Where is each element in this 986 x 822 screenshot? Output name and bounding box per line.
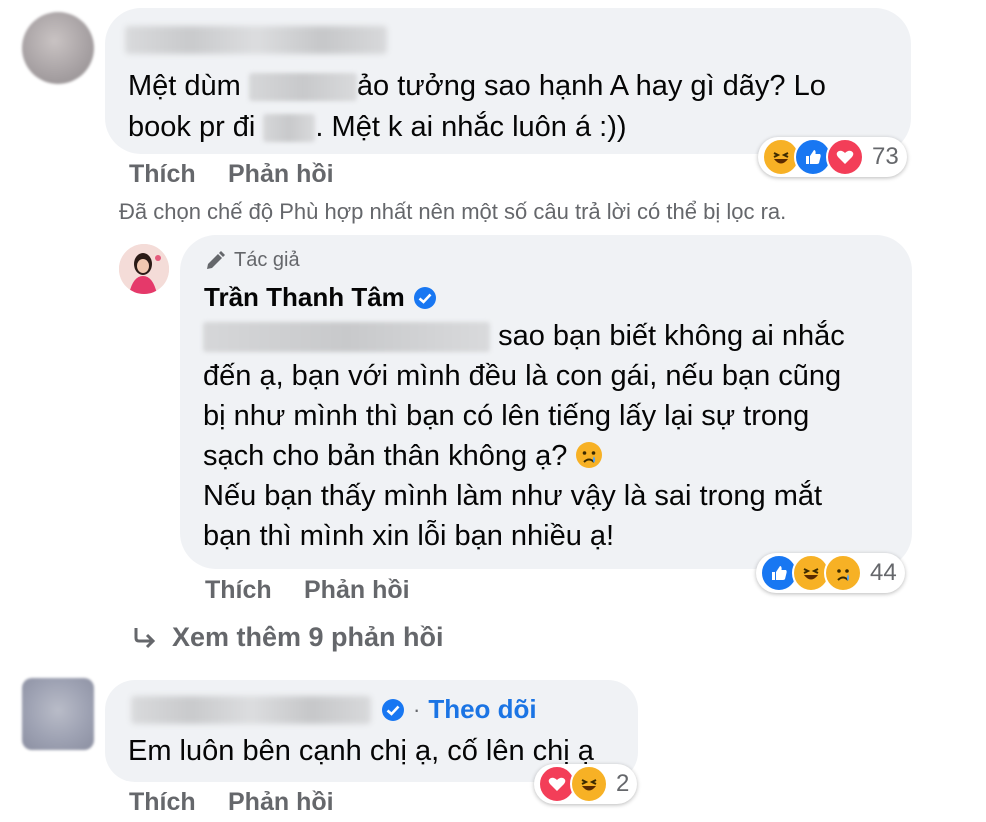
- reply-button[interactable]: Phản hồi: [228, 788, 334, 817]
- author-badge: Tác giả: [204, 249, 300, 272]
- reply-text-line: sạch cho bản thân không ạ?: [203, 440, 568, 472]
- reply-button[interactable]: Phản hồi: [304, 576, 410, 605]
- comment-text-part: Mệt dùm: [128, 70, 241, 102]
- commenter-name[interactable]: [125, 26, 387, 54]
- like-button[interactable]: Thích: [129, 160, 196, 189]
- comment-text: Mệt dùm ảo tưởng sao hạnh A hay gì dãy? …: [128, 66, 826, 106]
- follow-link[interactable]: Theo dõi: [428, 694, 536, 725]
- reaction-summary[interactable]: 2: [534, 764, 638, 804]
- comment-text: Em luôn bên cạnh chị ạ, cố lên chị ạ: [128, 735, 594, 767]
- reply-arrow-icon: [134, 627, 156, 648]
- reaction-summary[interactable]: 44: [756, 553, 905, 593]
- redacted-name: [248, 73, 357, 102]
- reply-bubble: Tác giả Trần Thanh Tâm sao bạn biết khôn…: [180, 235, 912, 569]
- reply-text-line: sao bạn biết không ai nhắc: [498, 320, 845, 352]
- commenter-avatar[interactable]: [22, 678, 94, 750]
- author-avatar[interactable]: [119, 244, 169, 294]
- reply-text-line: đến ạ, bạn với mình đều là con gái, nếu …: [203, 360, 842, 392]
- commenter-name[interactable]: [131, 695, 371, 724]
- author-tag-label: Tác giả: [234, 249, 300, 271]
- commenter-name-row: · Theo dõi: [131, 694, 537, 725]
- reaction-summary[interactable]: 73: [758, 137, 907, 177]
- reply-text-line: bạn thì mình xin lỗi bạn nhiều ạ!: [203, 520, 615, 552]
- author-name-row: Trần Thanh Tâm: [204, 282, 437, 313]
- reply-text: sạch cho bản thân không ạ?: [203, 436, 603, 476]
- commenter-avatar[interactable]: [22, 12, 94, 84]
- crying-emoji-icon: [575, 440, 603, 468]
- comment-bubble: Mệt dùm ảo tưởng sao hạnh A hay gì dãy? …: [105, 8, 911, 154]
- reply-button[interactable]: Phản hồi: [228, 160, 334, 189]
- comment-text-part: book pr đi: [128, 111, 256, 143]
- pen-icon: [207, 250, 225, 269]
- reaction-count: 73: [872, 143, 899, 170]
- comment-text-part: ảo tưởng sao hạnh A hay gì dãy? Lo: [356, 70, 826, 102]
- dot-separator: ·: [413, 696, 421, 722]
- reaction-count: 2: [616, 770, 630, 797]
- sad-icon: [824, 554, 862, 592]
- redacted-name: [263, 114, 316, 143]
- comment-text: book pr đi . Mệt k ai nhắc luôn á :)): [128, 107, 627, 147]
- haha-icon: [570, 765, 608, 803]
- verified-icon: [413, 286, 437, 310]
- reply-text: sao bạn biết không ai nhắc: [203, 316, 845, 356]
- view-more-replies[interactable]: Xem thêm 9 phản hồi: [132, 622, 444, 653]
- redacted-name: [203, 322, 490, 353]
- view-more-label: Xem thêm 9 phản hồi: [172, 622, 444, 652]
- reply-text-line: bị như mình thì bạn có lên tiếng lấy lại…: [203, 400, 810, 432]
- love-icon: [826, 138, 864, 176]
- reply-text-line: Nếu bạn thấy mình làm như vậy là sai tro…: [203, 480, 823, 512]
- comment-text-part: . Mệt k ai nhắc luôn á :)): [315, 111, 627, 143]
- reaction-count: 44: [870, 559, 897, 586]
- verified-icon: [381, 698, 405, 722]
- like-button[interactable]: Thích: [129, 788, 196, 817]
- filter-note: Đã chọn chế độ Phù hợp nhất nên một số c…: [119, 199, 787, 224]
- like-button[interactable]: Thích: [205, 576, 272, 605]
- author-name[interactable]: Trần Thanh Tâm: [204, 282, 405, 313]
